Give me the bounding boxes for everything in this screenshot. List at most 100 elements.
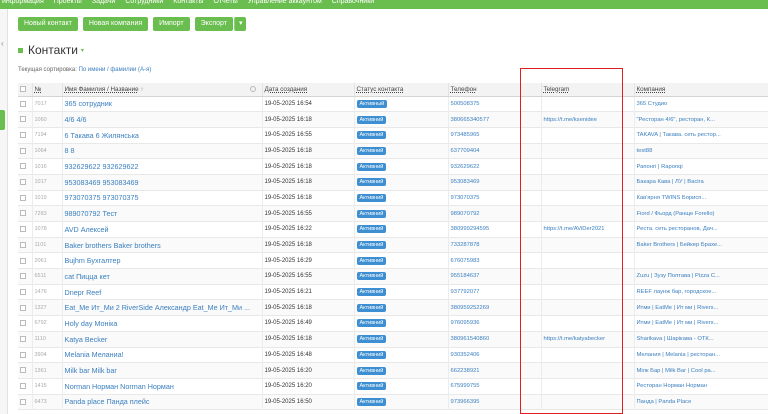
table-row[interactable]: 1019 973070375 973070375 19-05-2025 16:18 А… [18, 190, 768, 206]
phone-link[interactable]: 989070792 [447, 205, 541, 222]
top-nav-item[interactable]: Сотрудники [125, 0, 163, 5]
header-telegram[interactable]: Telegram [540, 83, 634, 97]
company-link[interactable]: Zuzu | Зузу Полтава | Pizza C... [633, 268, 768, 285]
company-link[interactable]: TAKAVA | Такава. сеть рестор... [633, 127, 768, 144]
telegram-link[interactable] [540, 96, 634, 112]
checkbox-icon[interactable] [20, 179, 26, 186]
sort-asc-icon[interactable]: ↑ [140, 87, 143, 93]
row-checkbox[interactable] [18, 394, 32, 410]
company-link[interactable]: Реста. сеть ресторанов, Дач... [633, 221, 768, 238]
table-row[interactable]: 1415 Norman Норман Norman Норман 19-05-202… [18, 378, 768, 395]
company-link[interactable]: Итми | EatMe | Ит ми | Rivers... [633, 299, 768, 316]
checkbox-icon[interactable] [20, 383, 26, 390]
company-link[interactable]: Мілк Бар | Milk Bar | Cool ра... [633, 362, 768, 379]
phone-link[interactable]: 955184637 [447, 268, 541, 285]
telegram-link[interactable] [540, 268, 634, 285]
row-checkbox[interactable] [18, 143, 32, 159]
checkbox-icon[interactable] [20, 273, 26, 280]
top-nav-item[interactable]: Управление аккаунтом [248, 0, 322, 5]
select-all-checkbox[interactable] [18, 83, 32, 97]
telegram-link[interactable] [540, 378, 634, 395]
export-button[interactable]: Экспорт [194, 17, 233, 31]
sidebar-active-tab[interactable] [0, 110, 5, 130]
contact-name-link[interactable]: 4/6 4/6 [61, 111, 262, 128]
phone-link[interactable]: 637709404 [447, 143, 541, 159]
phone-link[interactable]: 675999755 [447, 378, 541, 395]
telegram-link[interactable] [540, 158, 634, 175]
table-row[interactable]: 6792 Holy day Моніка 19-05-2025 16:49 Актив… [18, 315, 768, 332]
row-checkbox[interactable] [18, 331, 32, 347]
telegram-link[interactable] [540, 127, 634, 144]
row-checkbox[interactable] [18, 269, 32, 285]
top-nav-item[interactable]: Справочники [332, 0, 374, 5]
telegram-link[interactable]: https://t.me/ksenidee [540, 111, 634, 128]
company-link[interactable] [633, 252, 768, 269]
top-nav-item[interactable]: Задачи [92, 0, 116, 5]
checkbox-icon[interactable] [20, 288, 26, 295]
company-link[interactable]: test88 [633, 143, 768, 159]
checkbox-icon[interactable] [20, 398, 26, 405]
contact-name-link[interactable]: Panda place Панда плейс [61, 394, 262, 410]
table-row[interactable]: 1327 Eat_Me Ит_Ми 2 RiverSide Александр E… [18, 299, 768, 316]
export-dropdown-button[interactable]: ▾ [233, 17, 247, 31]
contact-name-link[interactable]: Dnepr Reef [61, 284, 262, 300]
top-nav-item[interactable]: Отчеты [214, 0, 238, 5]
phone-link[interactable]: 662238921 [447, 362, 541, 379]
contact-name-link[interactable]: Bujhm Бухгалтер [61, 252, 262, 269]
checkbox-icon[interactable] [20, 367, 26, 374]
contact-name-link[interactable]: Melania Меланиа! [61, 347, 262, 363]
contact-name-link[interactable]: Milk bar Milk bar [61, 362, 262, 379]
telegram-link[interactable] [540, 315, 634, 332]
phone-link[interactable]: 930352406 [447, 347, 541, 363]
table-row[interactable]: 1361 Milk bar Milk bar 19-05-2025 16:20 Акт… [18, 362, 768, 379]
row-checkbox[interactable] [18, 222, 32, 238]
contact-name-link[interactable]: cat Пицца кет [61, 268, 262, 285]
chevron-down-icon[interactable]: ▾ [81, 47, 84, 54]
row-checkbox[interactable] [18, 316, 32, 332]
telegram-link[interactable] [540, 299, 634, 316]
checkbox-icon[interactable] [20, 100, 26, 107]
table-row[interactable]: 6473 Panda place Панда плейс 19-05-2025 16… [18, 394, 768, 410]
checkbox-icon[interactable] [20, 86, 26, 93]
checkbox-icon[interactable] [20, 226, 26, 233]
row-checkbox[interactable] [18, 96, 32, 112]
top-nav-item[interactable]: информация [2, 0, 44, 5]
contact-name-link[interactable]: AVD Алексей [61, 221, 262, 238]
row-checkbox[interactable] [18, 363, 32, 379]
contact-name-link[interactable]: 8 8 [61, 143, 262, 159]
checkbox-icon[interactable] [20, 304, 26, 311]
telegram-link[interactable] [540, 237, 634, 253]
contact-name-link[interactable]: 932629622 932629622 [61, 158, 262, 175]
checkbox-icon[interactable] [20, 147, 26, 154]
contact-name-link[interactable]: 953083469 953083469 [61, 174, 262, 191]
telegram-link[interactable] [540, 174, 634, 191]
table-row[interactable]: 7283 989070792 Тест 19-05-2025 16:55 Активн… [18, 205, 768, 222]
company-link[interactable]: "Ресторан 4/6", ресторан, К... [633, 111, 768, 128]
table-row[interactable]: 1016 932629622 932629622 19-05-2025 16:18 А… [18, 158, 768, 175]
table-row[interactable]: 2061 Bujhm Бухгалтер 19-05-2025 16:29 Актив… [18, 252, 768, 269]
telegram-link[interactable] [540, 205, 634, 222]
table-row[interactable]: 1060 4/6 4/6 19-05-2025 16:18 Активний 38066… [18, 111, 768, 128]
row-checkbox[interactable] [18, 378, 32, 394]
header-status[interactable]: Статус контакта [353, 83, 448, 97]
checkbox-icon[interactable] [20, 163, 26, 170]
phone-link[interactable]: 973070375 [447, 190, 541, 206]
phone-link[interactable]: 937792077 [447, 284, 541, 300]
company-link[interactable]: REEF лаунж бар, городское... [633, 284, 768, 300]
table-row[interactable]: 1017 953083469 953083469 19-05-2025 16:18 А… [18, 174, 768, 191]
phone-link[interactable]: 932629622 [447, 158, 541, 175]
company-link[interactable]: 365 Студио [633, 96, 768, 112]
telegram-link[interactable] [540, 347, 634, 363]
contact-name-link[interactable]: Katya Becker [61, 331, 262, 347]
row-checkbox[interactable] [18, 253, 32, 269]
import-button[interactable]: Импорт [153, 17, 190, 31]
checkbox-icon[interactable] [20, 132, 26, 139]
checkbox-icon[interactable] [20, 335, 26, 342]
phone-link[interactable]: 976095936 [447, 315, 541, 332]
company-link[interactable]: Бакара Кава | ЛУ | Васіга [633, 174, 768, 191]
phone-link[interactable]: 380961540860 [447, 331, 541, 347]
header-id[interactable]: № [31, 83, 62, 97]
row-checkbox[interactable] [18, 190, 32, 206]
contact-name-link[interactable]: 6 Такава 6 Жилянська [61, 127, 262, 144]
company-link[interactable]: Ресторан Норман Норман [633, 378, 768, 395]
